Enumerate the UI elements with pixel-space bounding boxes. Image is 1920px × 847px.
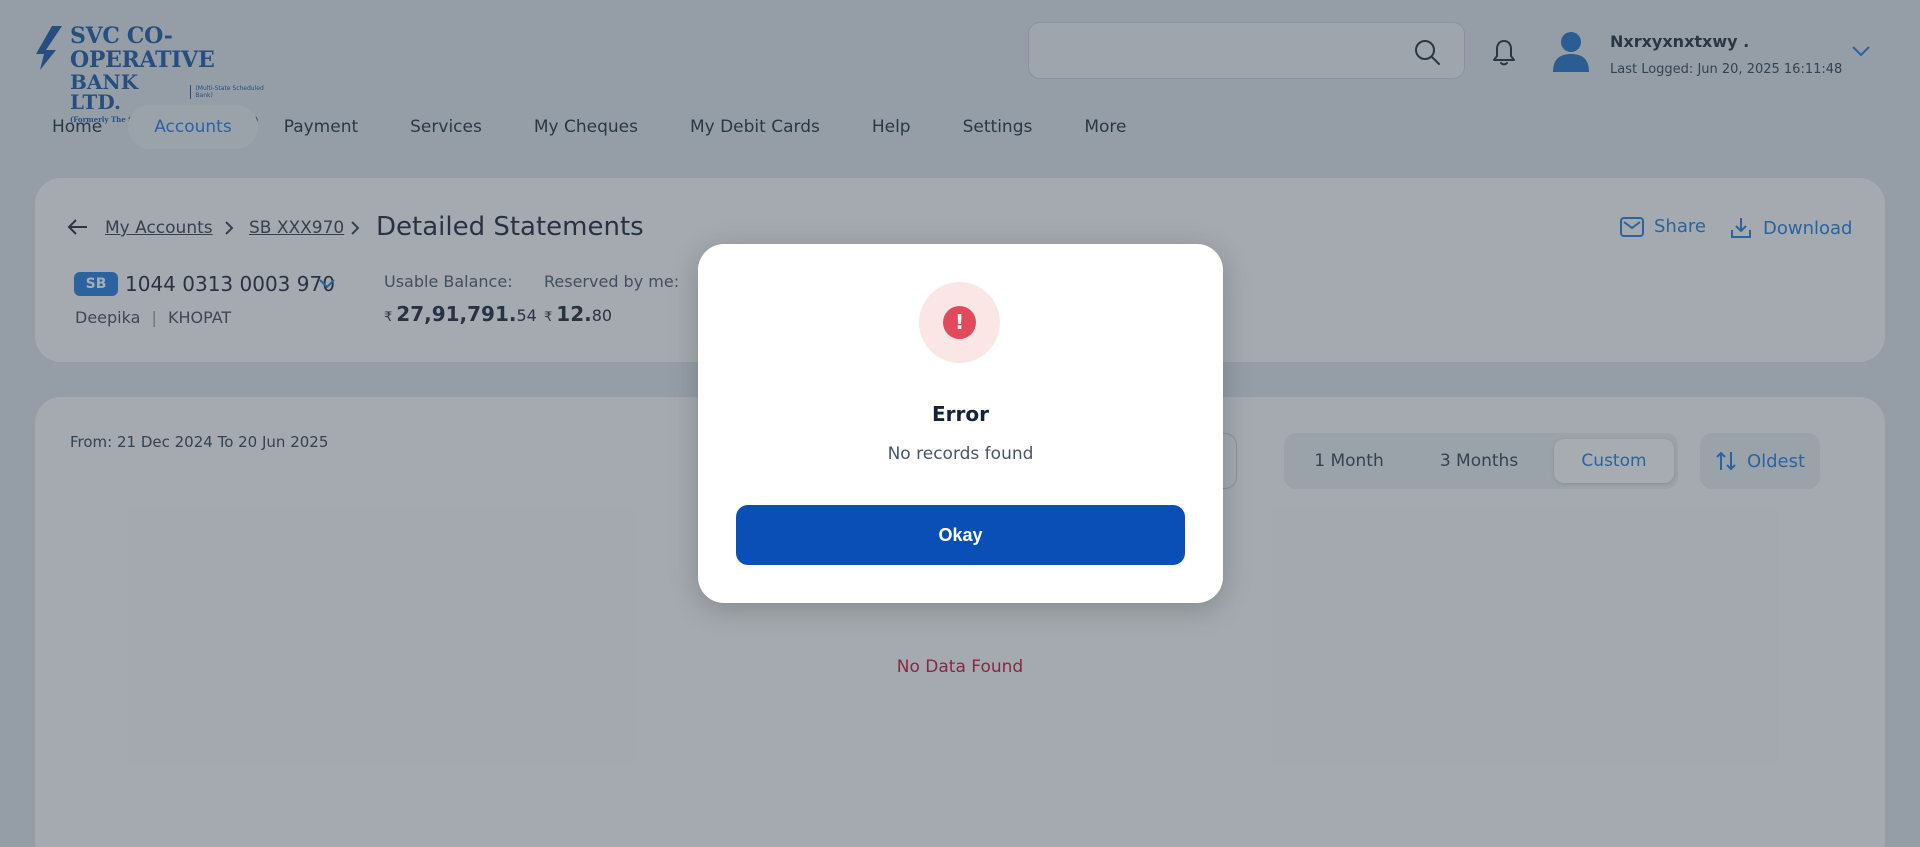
okay-button[interactable]: Okay xyxy=(736,505,1185,565)
error-icon-ring: ! xyxy=(919,282,1000,363)
error-icon: ! xyxy=(943,306,976,339)
dialog-title: Error xyxy=(932,402,989,426)
error-dialog: ! Error No records found Okay xyxy=(698,244,1223,603)
dialog-message: No records found xyxy=(887,444,1034,464)
